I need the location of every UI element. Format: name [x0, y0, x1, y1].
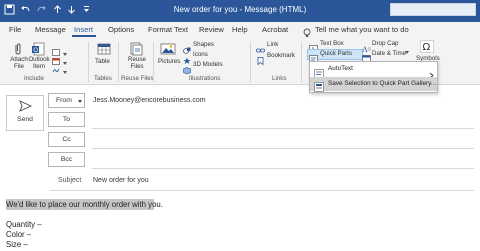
tab-insert[interactable]: Insert	[74, 25, 93, 34]
3d-models-icon[interactable]	[183, 61, 191, 75]
group-label-tables: Tables	[94, 75, 112, 82]
date-time-button[interactable]: Date & Time	[372, 50, 406, 57]
table-icon[interactable]	[96, 42, 112, 56]
signature-dropdown[interactable]	[62, 62, 68, 74]
send-icon	[19, 100, 33, 112]
group-divider	[250, 42, 251, 82]
from-dropdown-icon	[77, 99, 83, 104]
redo-icon[interactable]	[36, 4, 47, 15]
tab-review[interactable]: Review	[199, 25, 224, 34]
undo-icon[interactable]	[20, 4, 31, 15]
link-icon[interactable]	[256, 41, 265, 53]
send-label: Send	[17, 116, 33, 123]
subject-field[interactable]: New order for you	[93, 177, 149, 184]
menu-item-autotext[interactable]: AutoText	[310, 63, 437, 79]
business-card-dropdown[interactable]	[62, 44, 68, 56]
drop-cap-button[interactable]: Drop Cap	[372, 40, 398, 47]
group-label-reuse-files: Reuse Files	[121, 75, 154, 82]
cc-label: Cc	[62, 136, 71, 143]
quick-parts-menu: AutoText Save Selection to Quick Part Ga…	[309, 61, 438, 93]
quick-parts-icon	[309, 50, 318, 63]
to-field[interactable]	[92, 112, 474, 127]
quick-parts-label: Quick Parts	[320, 50, 352, 57]
to-label: To	[62, 116, 71, 123]
to-field-underline	[92, 128, 474, 129]
bcc-field-underline	[92, 168, 474, 169]
group-divider	[153, 42, 154, 82]
tab-acrobat[interactable]: Acrobat	[262, 25, 288, 34]
up-arrow-icon[interactable]	[52, 4, 63, 15]
3d-models-button[interactable]: 3D Models	[193, 61, 223, 68]
shapes-button[interactable]: Shapes	[193, 41, 214, 48]
shapes-icon[interactable]	[183, 41, 191, 54]
submenu-arrow-icon	[429, 66, 434, 79]
group-divider	[118, 42, 119, 82]
tab-options[interactable]: Options	[108, 25, 134, 34]
reuse-files-icon[interactable]	[128, 42, 144, 56]
group-label-illustrations: Illustrations	[189, 75, 221, 82]
outlook-item-button[interactable]: Outlook Item	[27, 56, 51, 70]
outlook-item-icon[interactable]: O	[31, 42, 47, 56]
date-time-icon[interactable]	[362, 50, 371, 63]
group-label-include: Include	[24, 75, 44, 82]
save-icon[interactable]	[4, 4, 15, 15]
calendar-dropdown[interactable]	[62, 53, 68, 65]
autotext-icon	[314, 65, 324, 78]
from-label: From	[56, 97, 72, 104]
tell-me-search[interactable]: Tell me what you want to do	[315, 25, 409, 34]
body-line: We'd like to place our monthly order wit…	[6, 200, 163, 209]
cc-button[interactable]: Cc	[48, 132, 85, 147]
group-label-links: Links	[272, 75, 287, 82]
title-search-box[interactable]	[390, 3, 476, 16]
svg-text:Ω: Ω	[423, 42, 431, 53]
down-arrow-icon[interactable]	[66, 4, 77, 15]
bcc-button[interactable]: Bcc	[48, 152, 85, 167]
tab-message[interactable]: Message	[35, 25, 66, 34]
lightbulb-icon	[302, 25, 312, 37]
save-selection-label: Save Selection to Quick Part Gallery...	[328, 80, 437, 87]
menu-item-save-selection[interactable]: Save Selection to Quick Part Gallery...	[310, 77, 437, 92]
drop-cap-dropdown-icon[interactable]	[404, 42, 410, 54]
text-box-icon[interactable]: A	[309, 40, 318, 54]
cc-field[interactable]	[92, 132, 474, 147]
body-line: Size –	[6, 240, 28, 249]
bcc-field[interactable]	[92, 152, 474, 167]
business-card-icon[interactable]	[52, 43, 60, 56]
pictures-icon[interactable]	[160, 42, 176, 56]
icons-button[interactable]: Icons	[193, 51, 208, 58]
subject-underline	[50, 190, 474, 191]
group-divider	[301, 42, 302, 82]
save-selection-icon	[314, 79, 324, 92]
svg-text:O: O	[33, 48, 38, 54]
bcc-label: Bcc	[60, 156, 73, 163]
from-address: Jess.Mooney@encorebusiness.com	[93, 97, 206, 104]
paperclip-icon[interactable]	[10, 42, 26, 56]
omega-icon[interactable]: Ω	[420, 40, 434, 53]
drop-cap-icon[interactable]: A	[362, 40, 371, 54]
tab-format-text[interactable]: Format Text	[148, 25, 188, 34]
bookmark-icon[interactable]	[256, 52, 265, 66]
pictures-button[interactable]: Pictures	[158, 58, 180, 65]
tab-help[interactable]: Help	[232, 25, 248, 34]
autotext-label: AutoText	[328, 65, 353, 72]
group-divider	[88, 42, 89, 82]
to-button[interactable]: To	[48, 112, 85, 127]
table-button[interactable]: Table	[95, 58, 110, 65]
cc-field-underline	[92, 148, 474, 149]
body-line: Quantity –	[6, 220, 42, 229]
send-button[interactable]: Send	[6, 95, 44, 131]
text-box-button[interactable]: Text Box	[320, 40, 344, 47]
reuse-files-button[interactable]: Reuse Files	[125, 56, 149, 70]
calendar-icon[interactable]	[52, 52, 60, 65]
from-button[interactable]: From	[48, 93, 85, 108]
subject-label: Subject	[58, 177, 82, 184]
signature-icon[interactable]	[52, 61, 60, 73]
customize-qat-icon[interactable]	[81, 4, 92, 15]
icons-icon[interactable]	[183, 51, 191, 64]
tab-file[interactable]: File	[9, 25, 21, 34]
body-line: Color –	[6, 230, 32, 239]
bookmark-button[interactable]: Bookmark	[267, 52, 295, 59]
link-button[interactable]: Link	[267, 41, 278, 48]
active-tab-indicator	[72, 35, 96, 37]
